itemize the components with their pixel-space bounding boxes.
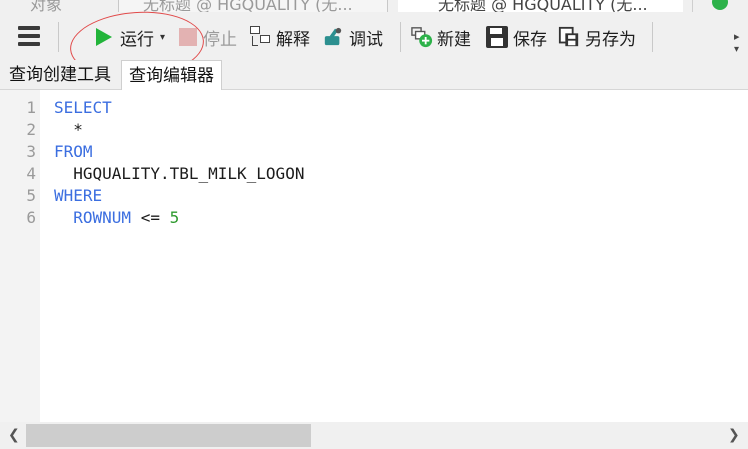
explain-icon — [250, 26, 272, 48]
line-number: 5 — [26, 186, 36, 205]
stop-icon — [179, 28, 197, 46]
explain-button[interactable]: 解释 — [250, 24, 310, 50]
sql-keyword: SELECT — [54, 98, 112, 117]
code-line[interactable]: ROWNUM <= 5 — [54, 207, 179, 229]
hamburger-menu-button[interactable] — [16, 26, 42, 48]
explain-label: 解释 — [276, 29, 310, 50]
sql-text: * — [54, 120, 83, 139]
line-number: 2 — [26, 120, 36, 139]
save-as-label: 另存为 — [585, 29, 636, 50]
toolbar-divider — [400, 22, 401, 52]
toolbar-divider — [58, 22, 59, 52]
sql-keyword: WHERE — [54, 186, 103, 205]
stop-label: 停止 — [203, 29, 237, 50]
hamburger-icon — [18, 26, 40, 30]
hamburger-icon-bar — [18, 34, 40, 38]
editor-mode-tabs: 查询创建工具 查询编辑器 — [0, 60, 748, 91]
line-number: 6 — [26, 208, 36, 227]
stop-button[interactable]: 停止 — [179, 24, 237, 50]
window-tab-untitled-2[interactable]: 无标题 @ HGQUALITY (无... — [398, 0, 683, 12]
green-status-icon[interactable] — [712, 0, 728, 10]
run-label: 运行 — [120, 29, 154, 50]
sql-text: HGQUALITY.TBL_MILK_LOGON — [54, 164, 305, 183]
hamburger-icon-bar — [18, 42, 40, 46]
sql-editor[interactable]: 1 SELECT 2 * 3 FROM 4 HGQUALITY.TBL_MILK_LOGO… — [0, 90, 748, 422]
save-icon — [486, 26, 508, 48]
tab-divider — [692, 0, 693, 12]
sql-number: 5 — [169, 208, 180, 227]
play-icon — [96, 28, 112, 46]
save-as-button[interactable]: 另存为 — [558, 24, 636, 50]
overflow-chevron-down-icon[interactable]: ▾ — [734, 44, 739, 55]
sql-keyword: ROWNUM — [54, 208, 132, 227]
code-line[interactable]: * — [54, 119, 83, 141]
scroll-right-icon[interactable]: ❯ — [728, 427, 740, 443]
tab-query-editor[interactable]: 查询编辑器 — [121, 60, 222, 91]
code-line[interactable]: HGQUALITY.TBL_MILK_LOGON — [54, 163, 304, 185]
run-button[interactable]: 运行 ▾ — [96, 24, 165, 50]
save-label: 保存 — [513, 29, 547, 50]
debug-label: 调试 — [349, 29, 383, 50]
tab-query-builder[interactable]: 查询创建工具 — [2, 62, 118, 89]
save-as-icon — [558, 26, 579, 47]
sql-text: <= — [131, 208, 170, 227]
code-line[interactable]: WHERE — [54, 185, 102, 207]
chevron-down-icon[interactable]: ▾ — [160, 32, 165, 43]
window-tab-objects[interactable]: 对象 — [30, 0, 62, 12]
line-number: 4 — [26, 164, 36, 183]
line-number: 3 — [26, 142, 36, 161]
horizontal-scrollbar[interactable]: ❮ ❯ — [0, 422, 748, 449]
save-button[interactable]: 保存 — [486, 24, 547, 50]
code-line[interactable]: FROM — [54, 141, 93, 163]
new-query-icon — [411, 27, 433, 48]
window-tab-untitled-1[interactable]: 无标题 @ HGQUALITY (无... — [118, 0, 388, 12]
sql-keyword: FROM — [54, 142, 93, 161]
scroll-left-icon[interactable]: ❮ — [8, 427, 20, 443]
debug-icon — [324, 27, 342, 46]
chevron-right-icon[interactable]: ▸ — [734, 30, 740, 43]
query-toolbar: 运行 ▾ 停止 解释 调试 新建 保存 另存为 ▸ ▾ — [0, 12, 748, 60]
scrollbar-thumb[interactable] — [26, 424, 311, 447]
toolbar-divider — [652, 22, 653, 52]
new-query-button[interactable]: 新建 — [411, 24, 471, 50]
debug-button[interactable]: 调试 — [323, 24, 383, 50]
window-tab-strip: 对象 无标题 @ HGQUALITY (无... 无标题 @ HGQUALITY… — [0, 0, 748, 12]
new-label: 新建 — [437, 29, 471, 50]
code-line[interactable]: SELECT — [54, 97, 112, 119]
line-number: 1 — [26, 98, 36, 117]
